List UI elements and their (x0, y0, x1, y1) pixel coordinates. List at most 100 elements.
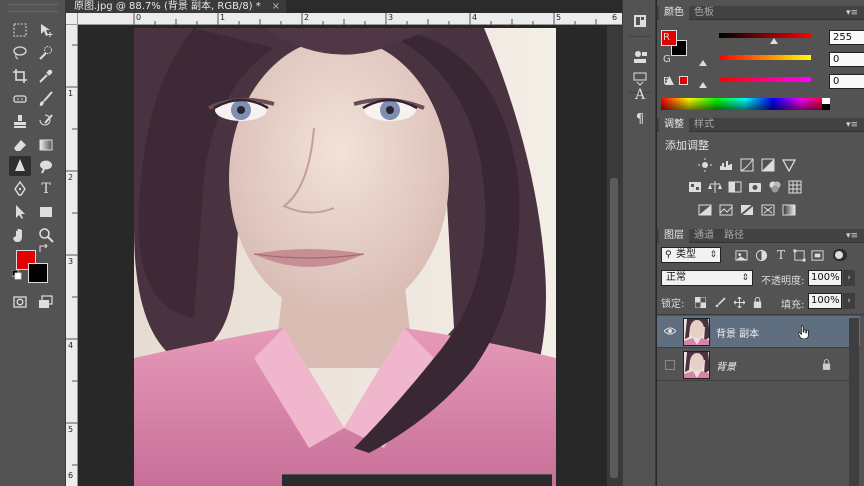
opacity-slider-toggle[interactable]: › (843, 270, 855, 286)
tab-channels[interactable]: 通道 (689, 229, 719, 243)
selective-color-icon[interactable] (760, 203, 776, 217)
layer-name[interactable]: 背景 (716, 358, 736, 373)
slider-green-knob[interactable] (699, 60, 707, 66)
photo-filter-icon[interactable] (747, 180, 763, 194)
filter-pixel-icon[interactable] (733, 248, 749, 262)
properties-panel-icon[interactable] (631, 48, 649, 66)
eraser-tool-icon[interactable] (9, 135, 31, 155)
ruler-origin[interactable] (66, 13, 78, 25)
tab-adjustments[interactable]: 调整 (659, 118, 689, 132)
curves-icon[interactable] (739, 158, 755, 172)
invert-icon[interactable] (697, 203, 713, 217)
layers-scrollbar[interactable] (849, 318, 859, 486)
crop-tool-icon[interactable] (9, 66, 31, 86)
color-lookup-icon[interactable] (787, 180, 803, 194)
tab-paths[interactable]: 路径 (719, 229, 749, 243)
paragraph-panel-icon[interactable]: ¶ (631, 110, 649, 128)
brush-tool-icon[interactable] (35, 89, 57, 109)
slider-red-knob[interactable] (770, 38, 778, 44)
layer-name[interactable]: 背景 副本 (716, 325, 759, 340)
slider-blue-track[interactable] (719, 77, 811, 82)
layer-visibility-toggle[interactable] (665, 360, 675, 370)
lock-position-icon[interactable] (731, 295, 747, 309)
background-color-swatch[interactable] (28, 263, 48, 283)
tab-layers[interactable]: 图层 (659, 229, 689, 243)
red-value-input[interactable]: 255 (829, 30, 864, 45)
layer-row-background[interactable]: 背景 (657, 349, 860, 381)
black-white-icon[interactable] (727, 180, 743, 194)
panel-menu-icon[interactable]: ▾≡ (846, 231, 858, 241)
channel-mixer-icon[interactable] (767, 180, 783, 194)
zoom-tool-icon[interactable] (35, 225, 57, 245)
slider-red-track[interactable] (719, 33, 811, 38)
slider-red-control[interactable]: 255 (705, 30, 864, 48)
hue-saturation-icon[interactable] (687, 180, 703, 194)
filter-type-icon[interactable]: T (773, 248, 789, 262)
levels-icon[interactable] (718, 158, 734, 172)
filter-toggle-switch[interactable] (833, 249, 847, 261)
hand-tool-icon[interactable] (9, 225, 31, 245)
pen-tool-icon[interactable] (9, 179, 31, 199)
vertical-ruler[interactable]: 1 2 3 4 5 6 (66, 25, 78, 486)
filter-shape-icon[interactable] (791, 248, 807, 262)
exposure-icon[interactable] (760, 158, 776, 172)
slider-green-control[interactable]: 0 (699, 52, 864, 70)
history-brush-tool-icon[interactable] (35, 112, 57, 132)
dodge-tool-icon[interactable] (35, 156, 57, 176)
default-colors-icon[interactable] (12, 270, 22, 280)
slider-green-track[interactable] (719, 55, 811, 60)
clone-stamp-tool-icon[interactable] (9, 112, 31, 132)
tab-swatches[interactable]: 色板 (689, 6, 719, 20)
lock-transparent-icon[interactable] (692, 295, 708, 309)
canvas-vertical-scrollbar[interactable] (607, 26, 622, 486)
quick-mask-icon[interactable] (9, 292, 31, 312)
blend-mode-select[interactable]: 正常 ⇕ (661, 270, 753, 286)
path-select-tool-icon[interactable] (9, 202, 31, 222)
history-panel-icon[interactable] (631, 12, 649, 30)
rect-marquee-tool-icon[interactable] (9, 20, 31, 40)
posterize-icon[interactable] (718, 203, 734, 217)
move-tool-icon[interactable] (35, 20, 57, 40)
vibrance-icon[interactable] (781, 158, 797, 172)
eyedropper-tool-icon[interactable] (35, 66, 57, 86)
color-balance-icon[interactable] (707, 180, 723, 194)
gradient-tool-icon[interactable] (35, 135, 57, 155)
opacity-input[interactable]: 100% (808, 270, 842, 286)
close-document-icon[interactable]: × (272, 0, 280, 13)
panel-menu-icon[interactable]: ▾≡ (846, 120, 858, 130)
horizontal-ruler[interactable]: 0 1 2 3 4 5 6 (78, 13, 622, 25)
gamut-warning-icon[interactable] (665, 75, 674, 85)
rectangle-tool-icon[interactable] (35, 202, 57, 222)
blur-tool-icon[interactable] (9, 156, 31, 176)
fill-slider-toggle[interactable]: › (843, 293, 855, 309)
threshold-icon[interactable] (739, 203, 755, 217)
filter-smart-object-icon[interactable] (809, 248, 825, 262)
filter-adjustment-icon[interactable] (753, 248, 769, 262)
quick-select-tool-icon[interactable] (35, 43, 57, 63)
type-tool-icon[interactable]: T (35, 179, 57, 199)
layer-row-background-copy[interactable]: 背景 副本 (657, 316, 860, 348)
spot-heal-tool-icon[interactable] (9, 89, 31, 109)
screen-mode-icon[interactable] (35, 292, 57, 312)
panel-menu-icon[interactable]: ▾≡ (846, 8, 858, 18)
layer-visibility-eye-icon[interactable] (663, 325, 677, 337)
brightness-contrast-icon[interactable] (697, 158, 713, 172)
canvas-scroll-thumb[interactable] (610, 178, 618, 478)
filter-toggle-knob[interactable] (835, 251, 843, 259)
fill-input[interactable]: 100% (808, 293, 842, 309)
document-tab[interactable]: 原图.jpg @ 88.7% (背景 副本, RGB/8) * × (66, 0, 286, 13)
tab-color[interactable]: 颜色 (659, 6, 689, 20)
lock-all-icon[interactable] (749, 295, 765, 309)
slider-green[interactable]: G (663, 52, 695, 70)
slider-blue-control[interactable]: 0 (699, 74, 864, 92)
character-panel-icon[interactable]: A (631, 86, 649, 104)
gamut-swatch[interactable] (679, 76, 688, 85)
canvas-area[interactable] (79, 26, 607, 486)
lock-pixels-icon[interactable] (712, 295, 728, 309)
lasso-tool-icon[interactable] (9, 43, 31, 63)
green-value-input[interactable]: 0 (829, 52, 864, 67)
gradient-map-icon[interactable] (781, 203, 797, 217)
spectrum-black-chip[interactable] (822, 104, 830, 110)
blue-value-input[interactable]: 0 (829, 74, 864, 89)
tab-styles[interactable]: 样式 (689, 118, 719, 132)
